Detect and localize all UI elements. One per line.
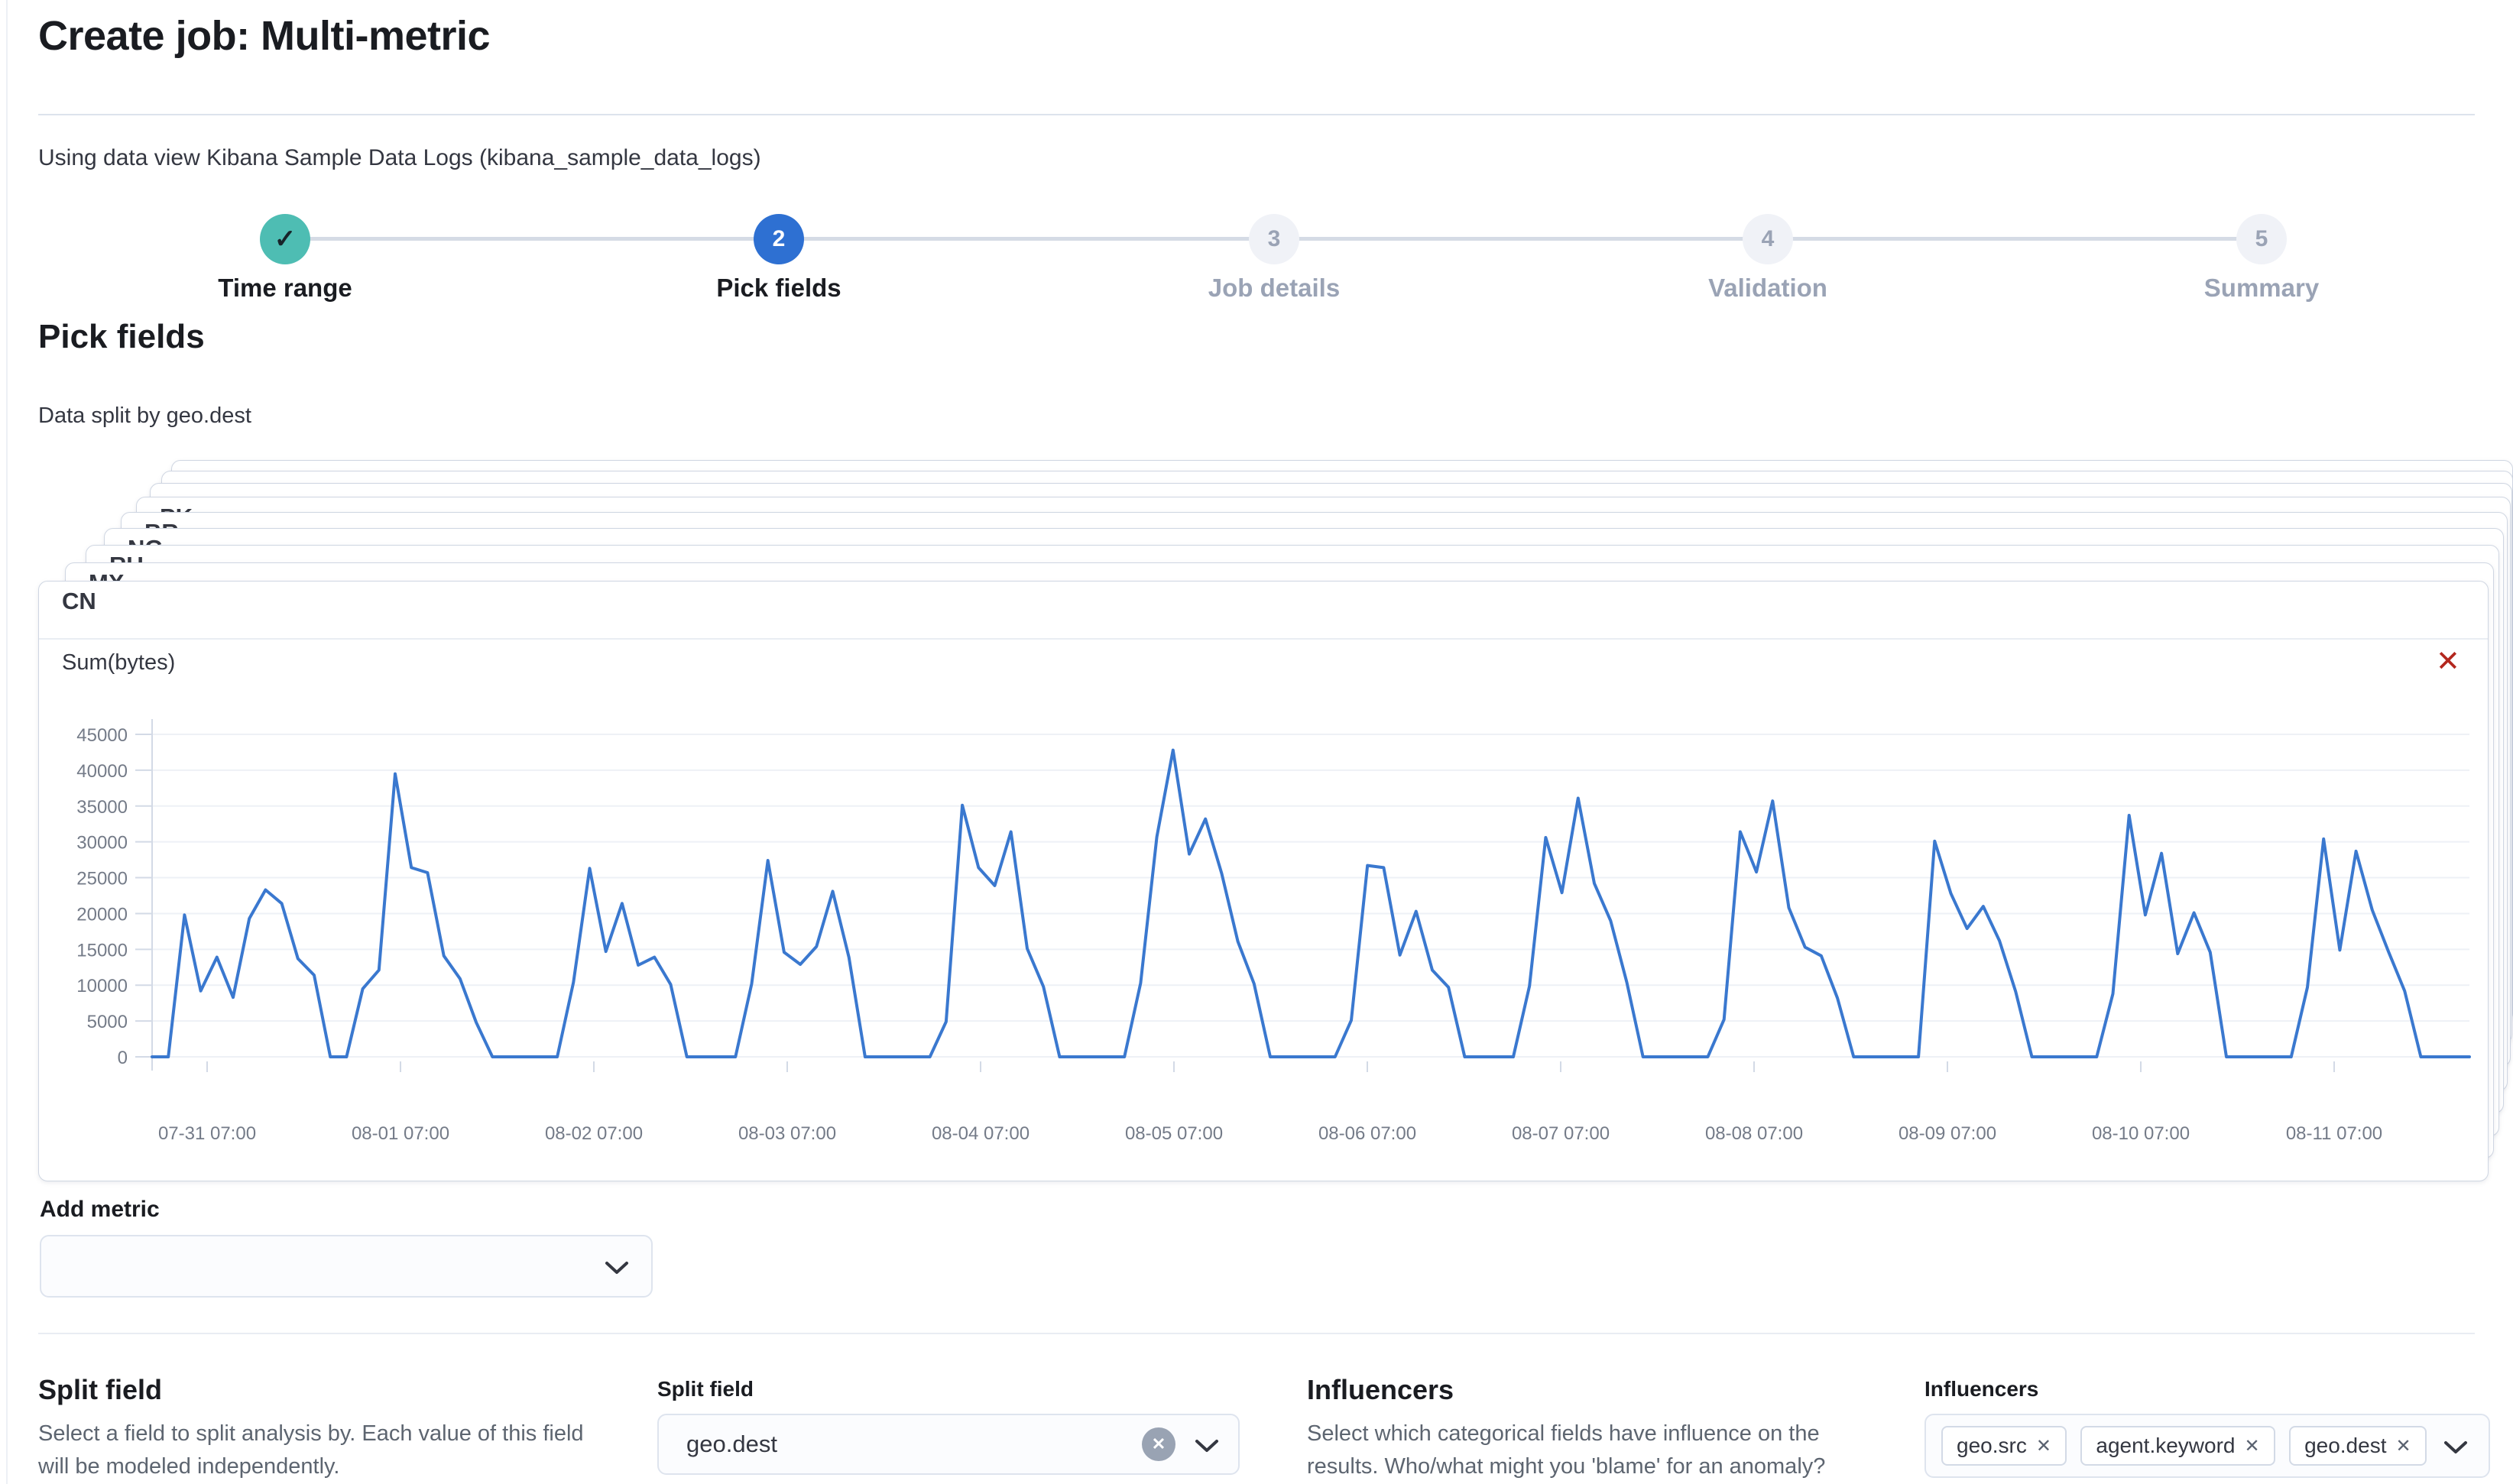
page-left-border — [6, 0, 8, 1484]
split-field-heading: Split field — [38, 1374, 162, 1406]
remove-badge-icon[interactable]: ✕ — [2395, 1435, 2411, 1457]
split-card-label: CN — [62, 588, 96, 615]
step-number: 5 — [2255, 226, 2268, 252]
split-field-value: geo.dest — [686, 1415, 777, 1473]
card-divider — [39, 638, 2488, 640]
remove-badge-icon[interactable]: ✕ — [2036, 1435, 2051, 1457]
svg-text:15000: 15000 — [76, 940, 128, 961]
svg-text:08-11 07:00: 08-11 07:00 — [2286, 1123, 2382, 1144]
step-number: 2 — [773, 226, 786, 252]
check-icon: ✓ — [274, 224, 297, 254]
step-label-summary[interactable]: Summary — [2109, 274, 2414, 303]
chevron-down-icon — [2443, 1440, 2469, 1455]
remove-metric-icon[interactable]: ✕ — [2436, 647, 2460, 676]
page-title: Create job: Multi-metric — [38, 12, 490, 60]
step-number: 4 — [1762, 226, 1775, 252]
badge-label: agent.keyword — [2096, 1434, 2235, 1458]
svg-text:08-06 07:00: 08-06 07:00 — [1318, 1123, 1416, 1144]
svg-text:08-09 07:00: 08-09 07:00 — [1899, 1123, 1996, 1144]
svg-text:25000: 25000 — [76, 869, 128, 889]
svg-text:08-04 07:00: 08-04 07:00 — [932, 1123, 1030, 1144]
badge-label: geo.dest — [2304, 1434, 2386, 1458]
influencer-badge-geo-src: geo.src ✕ — [1941, 1426, 2067, 1466]
svg-text:08-03 07:00: 08-03 07:00 — [738, 1123, 836, 1144]
step-circle-pick-fields[interactable]: 2 — [754, 214, 804, 264]
svg-text:08-10 07:00: 08-10 07:00 — [2092, 1123, 2190, 1144]
split-card-cn: CN Sum(bytes) ✕ 0 5000 10000 15000 20000 2500… — [38, 581, 2489, 1181]
svg-text:40000: 40000 — [76, 761, 128, 782]
step-label-pick-fields[interactable]: Pick fields — [626, 274, 932, 303]
svg-text:0: 0 — [118, 1048, 128, 1068]
data-split-caption: Data split by geo.dest — [38, 403, 251, 429]
remove-badge-icon[interactable]: ✕ — [2245, 1435, 2260, 1457]
clear-x-glyph: ✕ — [1152, 1434, 1166, 1454]
add-metric-select[interactable] — [40, 1235, 653, 1298]
svg-text:5000: 5000 — [87, 1012, 128, 1032]
step-circle-job-details[interactable]: 3 — [1249, 214, 1299, 264]
badge-label: geo.src — [1957, 1434, 2027, 1458]
svg-text:08-05 07:00: 08-05 07:00 — [1125, 1123, 1223, 1144]
svg-text:08-07 07:00: 08-07 07:00 — [1512, 1123, 1610, 1144]
description-line: will be modeled independently. — [38, 1450, 665, 1483]
svg-text:35000: 35000 — [76, 797, 128, 818]
pick-fields-heading: Pick fields — [38, 318, 205, 356]
sum-bytes-chart: 0 5000 10000 15000 20000 25000 30000 35000 40000… — [39, 704, 2489, 1182]
influencers-form-label: Influencers — [1924, 1377, 2038, 1401]
chevron-down-icon — [1194, 1438, 1220, 1453]
title-divider — [38, 114, 2475, 115]
section-divider — [38, 1333, 2475, 1334]
influencers-heading: Influencers — [1307, 1374, 1454, 1406]
split-field-select[interactable]: geo.dest ✕ — [657, 1414, 1240, 1475]
svg-text:30000: 30000 — [76, 833, 128, 854]
svg-text:08-02 07:00: 08-02 07:00 — [545, 1123, 643, 1144]
step-circle-summary[interactable]: 5 — [2236, 214, 2287, 264]
svg-text:20000: 20000 — [76, 904, 128, 925]
svg-text:08-08 07:00: 08-08 07:00 — [1705, 1123, 1803, 1144]
metric-title: Sum(bytes) — [62, 650, 175, 676]
influencers-select[interactable]: geo.src ✕ agent.keyword ✕ geo.dest ✕ — [1924, 1414, 2490, 1478]
step-number: 3 — [1268, 226, 1281, 252]
description-line: results. Who/what might you 'blame' for … — [1307, 1450, 1941, 1483]
step-label-time-range[interactable]: Time range — [132, 274, 438, 303]
step-label-job-details[interactable]: Job details — [1121, 274, 1427, 303]
split-field-description: Select a field to split analysis by. Eac… — [38, 1418, 665, 1483]
svg-text:45000: 45000 — [76, 725, 128, 746]
svg-text:08-01 07:00: 08-01 07:00 — [352, 1123, 449, 1144]
influencer-badge-geo-dest: geo.dest ✕ — [2289, 1426, 2427, 1466]
chevron-down-icon — [604, 1260, 630, 1275]
step-circle-time-range[interactable]: ✓ — [260, 214, 310, 264]
split-field-form-label: Split field — [657, 1377, 754, 1401]
description-line: Select a field to split analysis by. Eac… — [38, 1418, 665, 1450]
svg-text:10000: 10000 — [76, 976, 128, 996]
step-label-validation[interactable]: Validation — [1615, 274, 1921, 303]
data-view-text: Using data view Kibana Sample Data Logs … — [38, 145, 761, 171]
influencers-description: Select which categorical fields have inf… — [1307, 1418, 1941, 1484]
description-line: Select which categorical fields have inf… — [1307, 1418, 1941, 1450]
step-circle-validation[interactable]: 4 — [1743, 214, 1793, 264]
add-metric-label: Add metric — [40, 1197, 160, 1223]
influencer-badge-agent-keyword: agent.keyword ✕ — [2080, 1426, 2275, 1466]
svg-text:07-31 07:00: 07-31 07:00 — [158, 1123, 256, 1144]
clear-selection-icon[interactable]: ✕ — [1142, 1427, 1175, 1461]
